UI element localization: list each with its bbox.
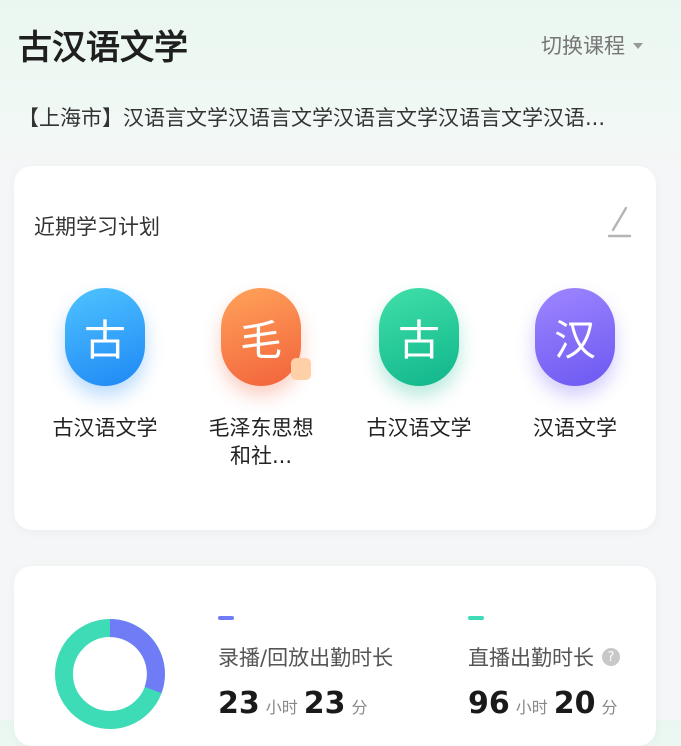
course-avatar: 古 <box>65 288 145 386</box>
live-attendance-stat: 直播出勤时长 ? 96 小时 20 分 <box>468 616 624 721</box>
legend-swatch <box>218 616 234 620</box>
stat-hours: 23 <box>218 686 260 721</box>
course-item[interactable]: 汉 汉语文学 <box>500 288 650 442</box>
stat-minutes: 20 <box>553 686 596 721</box>
course-name-line: 毛泽东思想 <box>208 416 314 440</box>
study-plan-card: 近期学习计划 古 古汉语文学 毛 毛泽东思想 和社... 古 古汉语文学 汉 汉… <box>14 166 656 530</box>
course-name: 毛泽东思想 和社... <box>186 414 336 470</box>
course-avatar: 汉 <box>535 288 615 386</box>
course-item[interactable]: 古 古汉语文学 <box>344 288 494 442</box>
stat-minutes: 23 <box>303 686 346 721</box>
switch-course-label: 切换课程 <box>541 34 625 58</box>
switch-course-button[interactable]: 切换课程 <box>541 30 643 60</box>
badge-icon <box>291 358 311 380</box>
course-avatar: 古 <box>379 288 459 386</box>
pencil-icon[interactable] <box>604 202 634 242</box>
course-item[interactable]: 毛 毛泽东思想 和社... <box>186 288 336 470</box>
course-avatar-char: 毛 <box>239 315 282 365</box>
course-name: 古汉语文学 <box>52 416 158 440</box>
page-title: 古汉语文学 <box>18 28 188 68</box>
stat-value: 96 小时 20 分 <box>468 686 624 721</box>
course-name: 汉语文学 <box>533 416 617 440</box>
course-subtitle: 【上海市】汉语言文学汉语言文学汉语言文学汉语言文学汉语... <box>18 106 606 130</box>
attendance-card: 录播/回放出勤时长 23 小时 23 分 直播出勤时长 ? 96 小时 20 分 <box>14 566 656 746</box>
stat-label: 直播出勤时长 ? <box>468 642 624 672</box>
stat-label-text: 直播出勤时长 <box>468 646 594 670</box>
minute-unit: 分 <box>601 698 618 717</box>
attendance-ring-chart <box>55 619 165 729</box>
legend-swatch <box>468 616 484 620</box>
recorded-attendance-stat: 录播/回放出勤时长 23 小时 23 分 <box>218 616 393 721</box>
course-avatar: 毛 <box>221 288 311 386</box>
stat-hours: 96 <box>468 686 510 721</box>
course-name-line: 和社... <box>229 444 293 468</box>
study-plan-title: 近期学习计划 <box>34 215 160 239</box>
stat-label: 录播/回放出勤时长 <box>218 646 394 670</box>
course-name: 古汉语文学 <box>366 416 472 440</box>
info-icon[interactable]: ? <box>602 648 620 666</box>
caret-down-icon <box>633 43 643 49</box>
minute-unit: 分 <box>351 698 368 717</box>
hour-unit: 小时 <box>515 698 548 717</box>
course-item[interactable]: 古 古汉语文学 <box>30 288 180 442</box>
stat-value: 23 小时 23 分 <box>218 686 393 721</box>
hour-unit: 小时 <box>265 698 298 717</box>
